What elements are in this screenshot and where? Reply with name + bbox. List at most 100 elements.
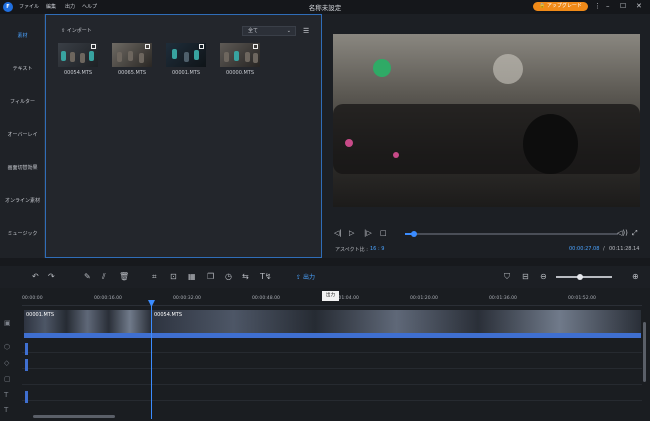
play-icon[interactable]: ▷ [349, 228, 354, 238]
upgrade-button[interactable]: 🔒 アップグレード [533, 2, 588, 11]
zoom-out-icon[interactable]: ⊖ [540, 271, 547, 283]
panel-divider[interactable] [0, 258, 650, 266]
export-tooltip: 出力 [322, 291, 339, 301]
mosaic-icon[interactable]: ▦ [188, 271, 196, 283]
select-checkbox[interactable] [145, 44, 150, 49]
tick-label: 00:00:32.00 [173, 296, 201, 301]
title-bar: F ファイル 編集 出力 ヘルプ 名称未設定 🔒 アップグレード ⋮ – ☐ ✕ [0, 0, 650, 14]
nav-item-media[interactable]: 素材 [0, 20, 45, 53]
nav-item-text[interactable]: テキスト [0, 53, 45, 86]
zoom-handle[interactable] [576, 274, 583, 280]
freeze-frame-icon[interactable]: ❐ [207, 271, 214, 283]
filter-value: 全て [248, 28, 259, 34]
select-checkbox[interactable] [199, 44, 204, 49]
export-button[interactable]: ⇪ 出力 [296, 272, 315, 281]
aspect-ratio-value[interactable]: 16 : 9 [370, 246, 384, 252]
media-thumb[interactable] [220, 43, 260, 67]
minimize-icon[interactable]: – [606, 2, 610, 11]
time-separator: / [603, 246, 605, 252]
preview-panel: ◁| ▷ |▷ □ ◁)) ⤢ アスペクト比 : 16 : 9 00:00:27… [323, 14, 650, 258]
tick-label: 00:01:20.00 [410, 296, 438, 301]
media-thumb[interactable] [58, 43, 98, 67]
thumb-label: 00000.MTS [225, 70, 255, 76]
nav-item-music[interactable]: ミュージック [0, 218, 45, 251]
nav-item-online[interactable]: オンライン素材 [0, 185, 45, 218]
import-label: インポート [66, 28, 92, 34]
crop-icon[interactable]: ⌗ [152, 271, 157, 283]
select-checkbox[interactable] [91, 44, 96, 49]
split-icon[interactable]: ⫽ [102, 271, 106, 283]
import-button[interactable]: ⇪ インポート [61, 27, 92, 34]
volume-icon[interactable]: ◁)) [617, 228, 628, 238]
thumb-label: 00054.MTS [63, 70, 93, 76]
tick-label: 00:00:48.00 [252, 296, 280, 301]
list-view-icon[interactable]: ☰ [303, 26, 309, 36]
playback-progress[interactable] [405, 231, 618, 237]
track-row[interactable] [22, 355, 642, 369]
aspect-ratio-label: アスペクト比 : [335, 247, 368, 253]
zoom-frame-icon[interactable]: ⊡ [170, 271, 177, 283]
zoom-slider[interactable] [556, 274, 612, 280]
tick-label: 00:00:16.00 [94, 296, 122, 301]
export-icon: ⇪ [296, 274, 302, 281]
tick-label: 00:01:52.00 [568, 296, 596, 301]
fit-timeline-icon[interactable]: ⊟ [522, 271, 529, 283]
undo-icon[interactable]: ↶ [32, 271, 39, 283]
track-row[interactable] [22, 371, 642, 385]
marker-icon[interactable]: ⛉ [504, 271, 510, 283]
overlay-track-icon: ▢ [4, 375, 11, 383]
pencil-icon[interactable]: ✎ [84, 271, 91, 283]
duration-icon[interactable]: ◷ [225, 271, 232, 283]
time-ruler[interactable]: 00:00:00 00:00:16.00 00:00:32.00 00:00:4… [22, 288, 642, 306]
effect-track-icon: ◇ [4, 359, 10, 367]
redo-icon[interactable]: ↷ [48, 271, 55, 283]
reverse-icon[interactable]: ⇆ [242, 271, 249, 283]
playhead[interactable] [148, 300, 155, 419]
subtitle-track-icon: T [4, 406, 9, 414]
text-track-icon: T [4, 391, 9, 399]
audio-waveform [24, 333, 641, 338]
clip-label: 00001.MTS [26, 312, 55, 318]
media-thumb[interactable] [166, 43, 206, 67]
left-nav: 素材 テキスト フィルター オーバーレイ 画面切替効果 オンライン素材 ミュージ… [0, 14, 45, 258]
time-current: 00:00:27.08 [569, 246, 600, 252]
tick-label: 00:01:36.00 [489, 296, 517, 301]
edit-toolbar: ↶ ↷ ✎ ⫽ 🗑 ⌗ ⊡ ▦ ❐ ◷ ⇆ T↯ ⇪ 出力 ⛉ ⊟ ⊖ ⊕ [0, 266, 650, 288]
pip-track-icon: ⬡ [4, 343, 11, 351]
nav-item-overlay[interactable]: オーバーレイ [0, 119, 45, 152]
track-marker[interactable] [25, 343, 28, 355]
chevron-down-icon: ⌄ [286, 28, 291, 34]
nav-item-filter[interactable]: フィルター [0, 86, 45, 119]
select-checkbox[interactable] [253, 44, 258, 49]
zoom-in-icon[interactable]: ⊕ [632, 271, 639, 283]
media-panel: ⇪ インポート 全て ⌄ ☰ 00054.MTS 00065.MTS 00001… [45, 14, 322, 258]
export-label: 出力 [302, 274, 315, 281]
text-effect-icon[interactable]: T↯ [260, 271, 272, 283]
video-preview[interactable] [333, 34, 640, 207]
progress-handle[interactable] [410, 231, 417, 237]
delete-icon[interactable]: 🗑 [119, 271, 129, 283]
track-row[interactable] [22, 339, 642, 353]
step-forward-icon[interactable]: |▷ [364, 228, 372, 238]
close-icon[interactable]: ✕ [636, 2, 642, 11]
media-thumb[interactable] [112, 43, 152, 67]
maximize-icon[interactable]: ☐ [620, 2, 626, 11]
thumb-label: 00001.MTS [171, 70, 201, 76]
track-marker[interactable] [25, 359, 28, 371]
track-row[interactable] [22, 387, 642, 401]
horizontal-scrollbar[interactable] [33, 415, 115, 418]
nav-item-transition[interactable]: 画面切替効果 [0, 152, 45, 185]
timeline: 00:00:00 00:00:16.00 00:00:32.00 00:00:4… [0, 288, 650, 421]
tick-label: 00:00:00 [22, 296, 43, 301]
stop-icon[interactable]: □ [380, 228, 387, 238]
video-track-icon: ▣ [4, 319, 11, 327]
track-marker[interactable] [25, 391, 28, 403]
import-icon: ⇪ [61, 28, 66, 34]
step-back-icon[interactable]: ◁| [334, 228, 342, 238]
filter-select[interactable]: 全て ⌄ [242, 26, 296, 36]
time-total: 00:11:28.14 [609, 246, 640, 252]
fullscreen-icon[interactable]: ⤢ [632, 228, 638, 238]
clip-label: 00054.MTS [154, 312, 183, 318]
more-menu-icon[interactable]: ⋮ [594, 2, 601, 11]
vertical-scrollbar[interactable] [643, 322, 646, 382]
